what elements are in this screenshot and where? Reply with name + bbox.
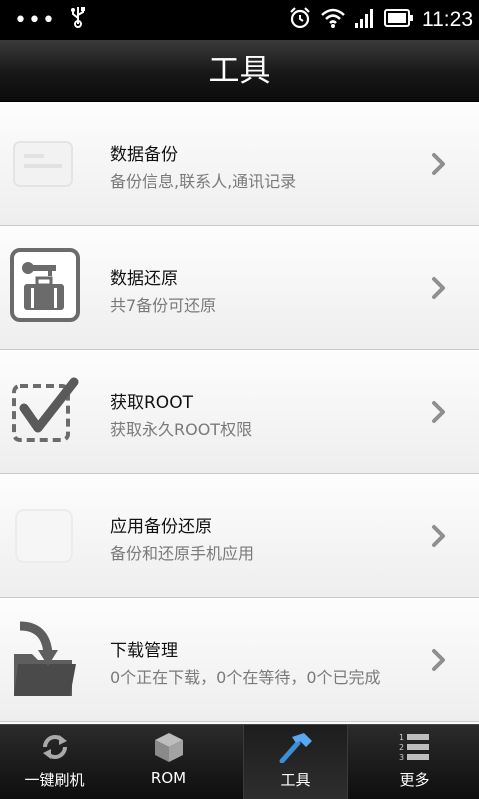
tool-title: 下载管理 <box>110 641 178 661</box>
tools-list: 数据备份 备份信息,联系人,通讯记录 数据还原 共7备份可还原 获取ROOT 获… <box>0 102 479 724</box>
battery-icon <box>384 8 414 32</box>
download-folder-icon <box>10 620 82 700</box>
alarm-icon <box>288 6 312 34</box>
tool-subtitle: 0个正在下载，0个在等待，0个已完成 <box>110 668 381 687</box>
app-backup-icon <box>10 496 82 576</box>
status-bar: ••• 11:23 <box>0 0 479 40</box>
title-bar: 工具 <box>0 40 479 102</box>
root-check-icon <box>10 372 82 452</box>
status-right: 11:23 <box>288 6 473 34</box>
tool-subtitle: 备份信息,联系人,通讯记录 <box>110 172 297 191</box>
tool-title: 数据还原 <box>110 269 178 289</box>
tool-item-data-backup[interactable]: 数据备份 备份信息,联系人,通讯记录 <box>0 102 479 226</box>
tool-title: 获取ROOT <box>110 393 193 413</box>
tab-label: 工具 <box>280 771 311 789</box>
tool-item-download-manager[interactable]: 下载管理 0个正在下载，0个在等待，0个已完成 <box>0 598 479 722</box>
signal-icon <box>354 7 376 33</box>
bottom-tab-bar: 一键刷机 ROM 工具 1 2 3 更多 <box>0 724 479 799</box>
status-left: ••• <box>14 6 86 34</box>
restore-icon <box>10 248 82 328</box>
svg-text:1: 1 <box>399 733 404 742</box>
box-icon <box>151 731 187 763</box>
usb-icon <box>70 6 86 34</box>
more-dots-icon: ••• <box>14 7 56 33</box>
tab-label: 一键刷机 <box>24 771 85 789</box>
tab-rom[interactable]: ROM <box>116 725 221 799</box>
tool-title: 数据备份 <box>110 145 178 165</box>
tab-label: 更多 <box>399 771 430 789</box>
tool-item-get-root[interactable]: 获取ROOT 获取永久ROOT权限 <box>0 350 479 474</box>
page-title: 工具 <box>208 53 271 89</box>
hammer-icon <box>278 731 314 764</box>
tool-title: 应用备份还原 <box>110 517 212 537</box>
tool-subtitle: 获取永久ROOT权限 <box>110 420 253 439</box>
tool-subtitle: 共7备份可还原 <box>110 296 217 315</box>
tool-item-data-restore[interactable]: 数据还原 共7备份可还原 <box>0 226 479 350</box>
chevron-right-icon <box>431 152 447 176</box>
refresh-icon <box>37 731 73 763</box>
tab-one-click-flash[interactable]: 一键刷机 <box>2 725 107 799</box>
tab-tools[interactable]: 工具 <box>243 725 348 799</box>
tool-item-app-backup-restore[interactable]: 应用备份还原 备份和还原手机应用 <box>0 474 479 598</box>
chevron-right-icon <box>431 524 447 548</box>
status-time: 11:23 <box>422 8 473 31</box>
chevron-right-icon <box>431 648 447 672</box>
tab-label: ROM <box>150 769 187 787</box>
svg-text:3: 3 <box>399 753 404 762</box>
chevron-right-icon <box>431 276 447 300</box>
svg-text:2: 2 <box>399 743 404 752</box>
wifi-icon <box>320 7 346 33</box>
tab-more[interactable]: 1 2 3 更多 <box>362 725 467 799</box>
tool-subtitle: 备份和还原手机应用 <box>110 544 255 563</box>
chevron-right-icon <box>431 400 447 424</box>
list-icon: 1 2 3 <box>397 731 433 763</box>
backup-icon <box>10 124 82 204</box>
